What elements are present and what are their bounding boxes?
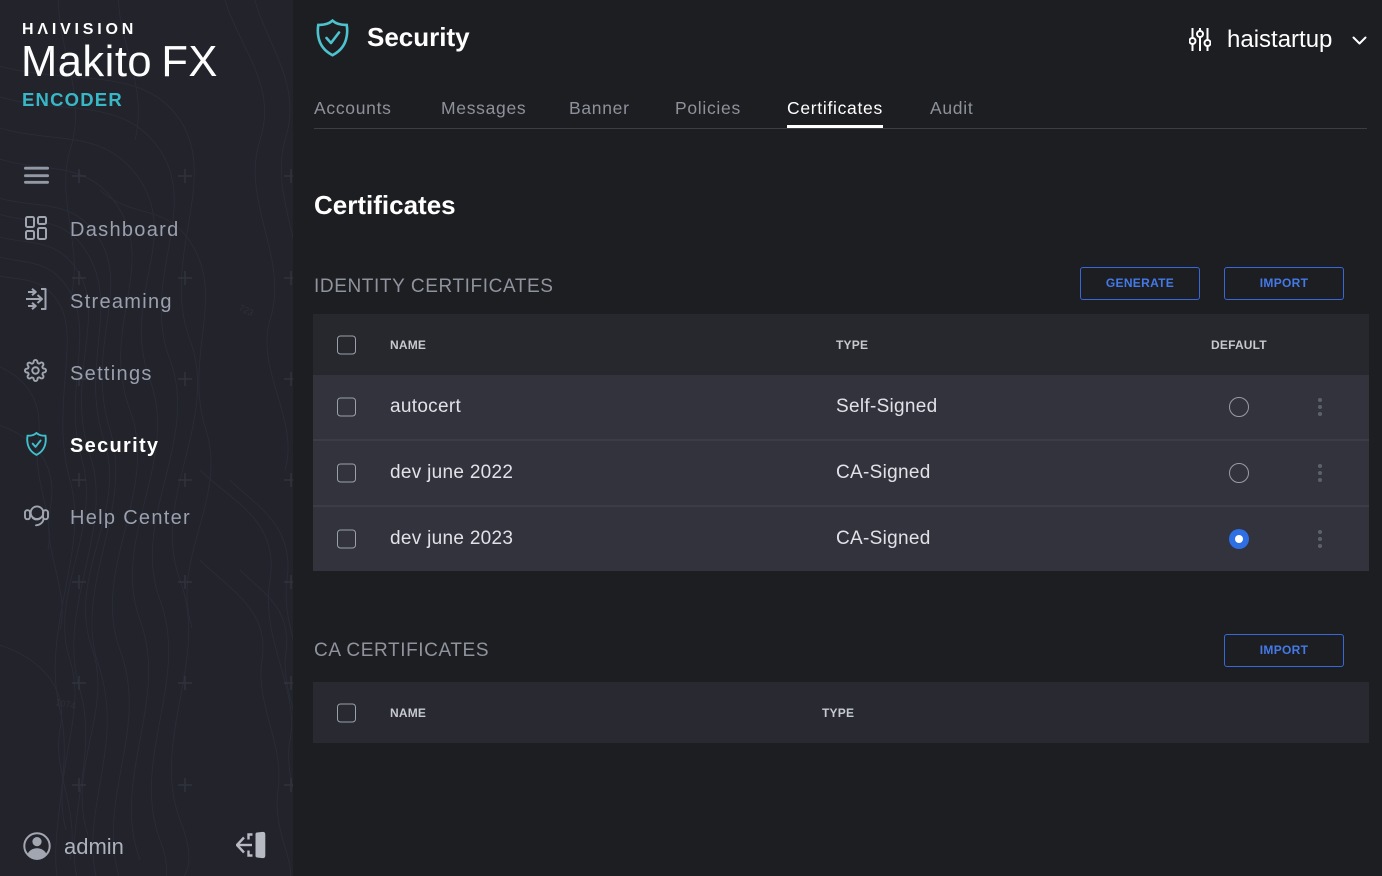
svg-text:723: 723 [237,303,255,318]
svg-text:1074: 1074 [55,697,77,711]
